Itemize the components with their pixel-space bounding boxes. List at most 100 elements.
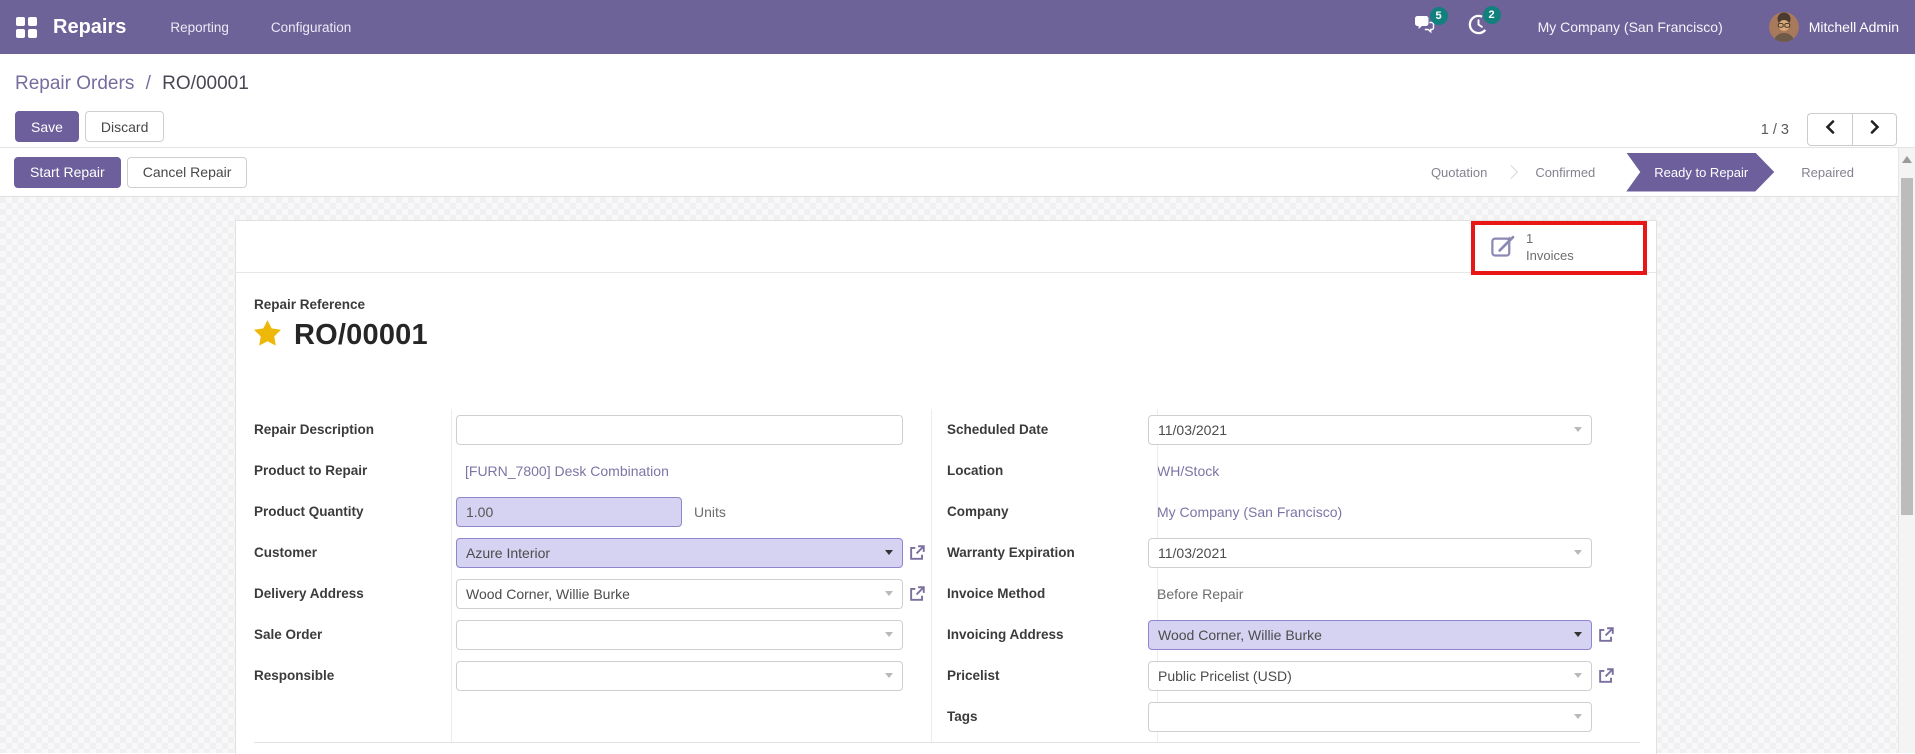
cancel-repair-button[interactable]: Cancel Repair — [126, 156, 248, 188]
product-quantity-input[interactable] — [456, 496, 682, 527]
menu-configuration[interactable]: Configuration — [271, 20, 351, 35]
repair-description-label: Repair Description — [254, 422, 375, 437]
pricelist-external-link-icon[interactable] — [1597, 667, 1615, 685]
breadcrumb: Repair Orders / RO/00001 — [15, 73, 249, 95]
delivery-address-external-link-icon[interactable] — [908, 585, 926, 603]
control-panel: Repair Orders / RO/00001 Save Discard 1 … — [0, 54, 1915, 148]
pager-next-button[interactable] — [1852, 113, 1897, 146]
breadcrumb-repair-orders[interactable]: Repair Orders — [15, 73, 134, 94]
scrollbar-thumb[interactable] — [1901, 178, 1913, 515]
messages-count-badge: 5 — [1429, 6, 1448, 25]
invoices-label: Invoices — [1526, 248, 1574, 263]
caret-down-icon — [1574, 632, 1582, 637]
caret-down-icon — [1574, 673, 1582, 678]
button-box: 1 Invoices — [236, 221, 1656, 275]
sale-order-select[interactable] — [456, 619, 903, 650]
start-repair-button[interactable]: Start Repair — [14, 156, 121, 188]
invoice-method-label: Invoice Method — [947, 586, 1046, 601]
pricelist-select[interactable]: Public Pricelist (USD) — [1148, 660, 1592, 691]
invoicing-address-value: Wood Corner, Willie Burke — [1158, 626, 1322, 643]
customer-select[interactable]: Azure Interior — [456, 537, 903, 568]
top-navbar: Repairs Reporting Configuration 5 2 My C… — [0, 0, 1915, 54]
location-label: Location — [947, 463, 1004, 478]
pager-value: 1 / 3 — [1760, 121, 1789, 138]
customer-label: Customer — [254, 545, 318, 560]
chat-bubble-icon — [1413, 15, 1437, 40]
location-value[interactable]: WH/Stock — [1157, 463, 1219, 479]
form-sheet: 1 Invoices Repair Reference RO/00001 Rep… — [235, 220, 1657, 754]
content-background: 1 Invoices Repair Reference RO/00001 Rep… — [0, 197, 1915, 754]
field-groups: Repair Description Product to Repair [FU… — [254, 409, 1640, 743]
scheduled-date-label: Scheduled Date — [947, 422, 1049, 437]
status-pipeline: Quotation Confirmed Ready to Repair Repa… — [1414, 153, 1871, 192]
chevron-right-icon — [1869, 120, 1881, 139]
scroll-up-arrow-icon[interactable] — [1902, 156, 1912, 163]
app-name[interactable]: Repairs — [53, 16, 126, 39]
customer-value: Azure Interior — [466, 544, 551, 561]
scheduled-date-value: 11/03/2021 — [1158, 421, 1228, 438]
product-quantity-uom: Units — [694, 503, 726, 520]
invoicing-address-select[interactable]: Wood Corner, Willie Burke — [1148, 619, 1592, 650]
tags-label: Tags — [947, 709, 978, 724]
product-to-repair-value[interactable]: [FURN_7800] Desk Combination — [465, 463, 669, 479]
activity-clock-icon — [1467, 14, 1490, 40]
scheduled-date-input[interactable]: 11/03/2021 — [1148, 414, 1592, 445]
delivery-address-value: Wood Corner, Willie Burke — [466, 585, 630, 602]
warranty-expiration-input[interactable]: 11/03/2021 — [1148, 537, 1592, 568]
delivery-address-select[interactable]: Wood Corner, Willie Burke — [456, 578, 903, 609]
vertical-scrollbar[interactable] — [1898, 148, 1915, 753]
user-avatar[interactable] — [1768, 12, 1799, 42]
edit-pencil-icon — [1489, 233, 1516, 263]
pager-previous-button[interactable] — [1807, 113, 1852, 146]
invoice-method-value: Before Repair — [1157, 585, 1244, 602]
user-menu[interactable]: Mitchell Admin — [1809, 19, 1899, 35]
company-value[interactable]: My Company (San Francisco) — [1157, 504, 1342, 520]
caret-down-icon — [885, 591, 893, 596]
apps-menu-icon[interactable] — [16, 16, 37, 38]
invoicing-address-external-link-icon[interactable] — [1597, 626, 1615, 644]
customer-external-link-icon[interactable] — [908, 544, 926, 562]
tags-select[interactable] — [1148, 701, 1592, 732]
responsible-select[interactable] — [456, 660, 903, 691]
caret-down-icon — [885, 673, 893, 678]
warranty-expiration-value: 11/03/2021 — [1158, 544, 1228, 561]
statusbar: Start Repair Cancel Repair Quotation Con… — [0, 148, 1915, 197]
right-field-group: Scheduled Date 11/03/2021 Location WH/St… — [931, 409, 1640, 742]
warranty-expiration-label: Warranty Expiration — [947, 545, 1075, 560]
status-step-confirmed[interactable]: Confirmed — [1518, 165, 1612, 180]
left-field-group: Repair Description Product to Repair [FU… — [254, 409, 931, 742]
status-step-repaired[interactable]: Repaired — [1784, 165, 1871, 180]
save-button[interactable]: Save — [15, 111, 79, 142]
caret-down-icon — [1574, 550, 1582, 555]
responsible-label: Responsible — [254, 668, 335, 683]
caret-down-icon — [1574, 427, 1582, 432]
product-quantity-label: Product Quantity — [254, 504, 364, 519]
pricelist-label: Pricelist — [947, 668, 1000, 683]
caret-down-icon — [1574, 714, 1582, 719]
repair-reference-value[interactable]: RO/00001 — [294, 319, 428, 352]
status-step-ready-to-repair[interactable]: Ready to Repair — [1626, 153, 1774, 192]
repair-description-input[interactable] — [456, 414, 903, 445]
discard-button[interactable]: Discard — [84, 111, 165, 142]
invoicing-address-label: Invoicing Address — [947, 627, 1064, 642]
caret-down-icon — [885, 550, 893, 555]
activities-button[interactable]: 2 — [1467, 6, 1501, 41]
menu-reporting[interactable]: Reporting — [170, 20, 229, 35]
step-separator-icon — [1504, 164, 1519, 180]
invoices-count: 1 — [1526, 231, 1534, 247]
messages-button[interactable]: 5 — [1413, 6, 1448, 41]
favorite-star-icon[interactable] — [254, 320, 281, 351]
pricelist-value: Public Pricelist (USD) — [1158, 667, 1292, 684]
activities-count-badge: 2 — [1482, 6, 1501, 24]
delivery-address-label: Delivery Address — [254, 586, 364, 601]
title-block: Repair Reference RO/00001 — [254, 297, 428, 352]
annotation-red-box: 1 Invoices — [1471, 221, 1647, 275]
breadcrumb-current: RO/00001 — [162, 73, 249, 94]
caret-down-icon — [885, 632, 893, 637]
breadcrumb-separator: / — [145, 73, 151, 94]
status-step-quotation[interactable]: Quotation — [1414, 165, 1504, 180]
product-to-repair-label: Product to Repair — [254, 463, 368, 478]
repair-reference-label: Repair Reference — [254, 297, 366, 312]
invoices-stat-button[interactable]: 1 Invoices — [1475, 225, 1643, 271]
company-switcher[interactable]: My Company (San Francisco) — [1538, 19, 1723, 35]
